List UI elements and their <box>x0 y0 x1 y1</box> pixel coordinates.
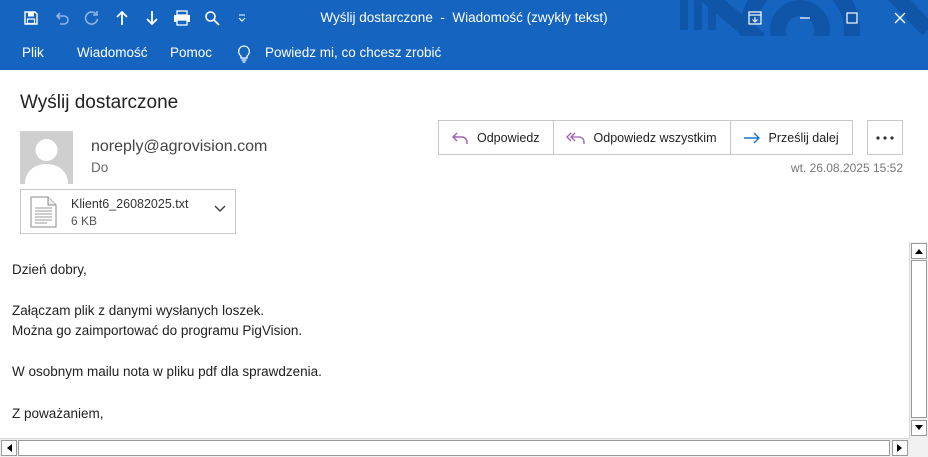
message-date: wt. 26.08.2025 15:52 <box>790 161 903 175</box>
attachment-name: Klient6_26082025.txt <box>71 197 189 211</box>
more-options-icon <box>876 135 894 140</box>
attachment-card[interactable]: Klient6_26082025.txt 6 KB <box>20 189 236 234</box>
scrollbar-corner <box>910 438 928 457</box>
tell-me-search[interactable]: Powiedz mi, co chcesz zrobić <box>265 36 441 70</box>
ribbon-display-options-icon[interactable] <box>732 0 778 36</box>
menu-file[interactable]: Plik <box>22 36 44 70</box>
scroll-down-icon[interactable] <box>911 420 927 436</box>
person-icon <box>25 139 68 184</box>
reply-label: Odpowiedz <box>477 130 540 145</box>
text-file-icon <box>30 196 57 228</box>
reply-all-label: Odpowiedz wszystkim <box>593 130 717 145</box>
message-body[interactable]: Dzień dobry, Załączam plik z danymi wysł… <box>0 242 910 438</box>
to-label: Do <box>91 160 109 175</box>
title-bar: Wyślij dostarczone - Wiadomość (zwykły t… <box>0 0 928 36</box>
sender-address[interactable]: noreply@agrovision.com <box>91 138 267 156</box>
forward-button[interactable]: Prześlij dalej <box>731 121 852 154</box>
undo-icon[interactable] <box>50 6 74 30</box>
horizontal-scrollbar[interactable] <box>0 438 910 457</box>
chevron-down-icon[interactable] <box>214 204 226 214</box>
customize-quick-access-icon[interactable] <box>230 6 254 30</box>
lightbulb-icon <box>238 45 250 63</box>
forward-icon <box>743 132 760 143</box>
save-icon[interactable] <box>19 6 43 30</box>
previous-item-icon[interactable] <box>110 6 134 30</box>
scroll-right-icon[interactable] <box>892 440 908 456</box>
window-title: Wyślij dostarczone - Wiadomość (zwykły t… <box>320 10 608 25</box>
reply-all-button[interactable]: Odpowiedz wszystkim <box>554 121 731 154</box>
close-icon[interactable] <box>877 0 923 36</box>
body-line: Można go zaimportować do programu PigVis… <box>12 323 303 338</box>
redo-icon[interactable] <box>80 6 104 30</box>
body-line: Załączam plik z danymi wysłanych loszek. <box>12 303 265 318</box>
scroll-up-icon[interactable] <box>911 243 927 259</box>
forward-label: Prześlij dalej <box>768 130 839 145</box>
more-options-button[interactable] <box>867 120 903 155</box>
next-item-icon[interactable] <box>140 6 164 30</box>
minimize-icon[interactable] <box>782 0 828 36</box>
body-line: Dzień dobry, <box>12 262 87 277</box>
body-line: W osobnym mailu nota w pliku pdf dla spr… <box>12 364 322 379</box>
message-subject: Wyślij dostarczone <box>20 92 179 113</box>
vertical-scroll-thumb[interactable] <box>911 260 927 418</box>
print-icon[interactable] <box>170 6 194 30</box>
reply-all-icon <box>565 132 585 144</box>
menu-message[interactable]: Wiadomość <box>77 36 148 70</box>
reply-icon <box>452 132 468 144</box>
scroll-left-icon[interactable] <box>1 440 17 456</box>
avatar <box>20 131 73 184</box>
menu-bar: Plik Wiadomość Pomoc Powiedz mi, co chce… <box>0 36 928 70</box>
horizontal-scroll-thumb[interactable] <box>18 440 890 456</box>
menu-help[interactable]: Pomoc <box>170 36 212 70</box>
reply-button[interactable]: Odpowiedz <box>439 121 554 154</box>
search-icon[interactable] <box>200 6 224 30</box>
attachment-size: 6 KB <box>71 214 98 228</box>
body-line: Z poważaniem, <box>12 406 104 421</box>
vertical-scrollbar[interactable] <box>909 242 928 438</box>
message-actions: Odpowiedz Odpowiedz wszystkim Prześlij d… <box>438 120 853 155</box>
maximize-icon[interactable] <box>829 0 875 36</box>
